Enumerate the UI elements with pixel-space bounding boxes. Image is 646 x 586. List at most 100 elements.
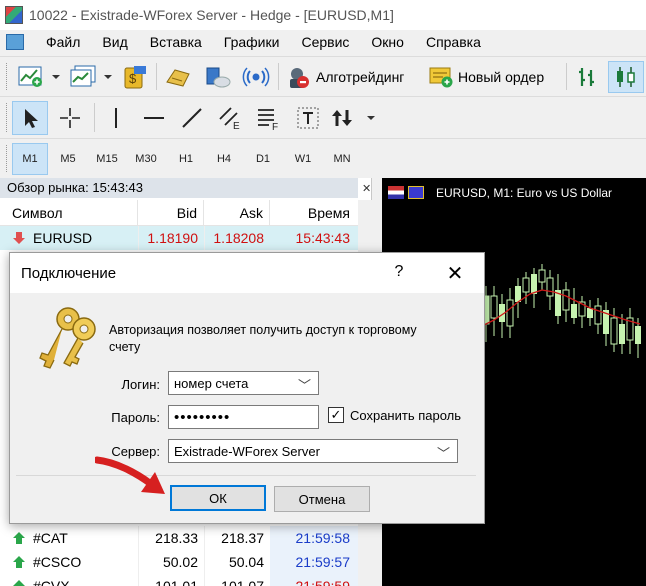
bid-cell: 50.02 — [138, 550, 204, 574]
time-cell: 21:59:57 — [270, 550, 358, 574]
crosshair-button[interactable] — [52, 101, 88, 135]
data-window-button[interactable] — [162, 63, 194, 91]
candle — [635, 326, 641, 344]
broadcast-icon — [242, 67, 270, 87]
text-label-button[interactable] — [290, 101, 326, 135]
menu-help[interactable]: Справка — [414, 34, 491, 50]
save-password-label[interactable]: Сохранить пароль — [350, 408, 461, 423]
ok-button[interactable]: ОК — [170, 485, 266, 511]
close-icon[interactable]: ✕ — [362, 182, 371, 195]
signals-button[interactable] — [240, 63, 272, 91]
password-value: ••••••••• — [174, 408, 231, 426]
close-icon[interactable]: ✕ — [444, 261, 466, 286]
chevron-down-icon[interactable]: ﹀ — [298, 375, 311, 394]
navigator-button[interactable] — [200, 63, 234, 91]
candle — [531, 274, 537, 294]
timeframe-h4[interactable]: H4 — [206, 143, 242, 175]
arrow-up-icon — [13, 532, 25, 544]
timeframe-d1[interactable]: D1 — [245, 143, 281, 175]
menu-insert[interactable]: Вставка — [138, 34, 212, 50]
chart-window-icon[interactable] — [6, 34, 24, 50]
timeframe-m5[interactable]: M5 — [50, 143, 86, 175]
cursor-button[interactable] — [12, 101, 48, 135]
red-pointer-arrow — [95, 456, 165, 494]
vertical-line-button[interactable] — [98, 101, 134, 135]
candlestick-chart-button[interactable] — [608, 61, 644, 93]
equidistant-channel-button[interactable]: E — [212, 101, 248, 135]
dialog-titlebar: Подключение ? ✕ — [10, 253, 484, 293]
arrow-up-icon — [13, 580, 25, 586]
coins-icon: $ — [124, 66, 146, 89]
market-watch-title: Обзор рынка: 15:43:43 — [0, 178, 358, 198]
timeframe-w1[interactable]: W1 — [285, 143, 321, 175]
arrows-icon — [332, 110, 375, 126]
login-label: Логин: — [121, 377, 160, 392]
server-combobox[interactable]: Existrade-WForex Server ﹀ — [168, 439, 458, 463]
toolbar-grip[interactable] — [6, 145, 10, 172]
table-row[interactable]: #CVX 101.01 101.07 21:59:59 — [0, 574, 358, 586]
timeframe-mn[interactable]: MN — [324, 143, 360, 175]
menu-tools[interactable]: Сервис — [289, 34, 359, 50]
help-icon[interactable]: ? — [392, 263, 406, 281]
new-order-icon — [429, 67, 453, 88]
text-icon — [297, 107, 319, 129]
fibonacci-button[interactable]: F — [250, 101, 286, 135]
bid-cell: 1.18190 — [138, 226, 204, 250]
dialog-title: Подключение — [21, 265, 117, 282]
timeframe-h1[interactable]: H1 — [168, 143, 204, 175]
cloud-server-icon — [206, 67, 231, 88]
menu-window[interactable]: Окно — [359, 34, 414, 50]
ask-cell: 1.18208 — [204, 226, 270, 250]
cancel-button[interactable]: Отмена — [274, 486, 370, 512]
table-row[interactable]: #CSCO 50.02 50.04 21:59:57 — [0, 550, 358, 574]
login-combobox[interactable]: номер счета ﹀ — [168, 371, 319, 395]
app-icon — [5, 6, 23, 24]
column-header-symbol[interactable]: Символ — [0, 200, 138, 225]
toolbar-grip[interactable] — [6, 103, 10, 132]
timeframe-m30[interactable]: M30 — [128, 143, 164, 175]
ask-cell: 218.37 — [204, 526, 270, 550]
column-header-time[interactable]: Время — [270, 200, 358, 225]
table-row[interactable]: EURUSD 1.18190 1.18208 15:43:43 — [0, 226, 358, 250]
connection-dialog: Подключение ? ✕ Авторизация позволяет по… — [9, 252, 485, 524]
folder-icon — [166, 69, 190, 87]
candle — [546, 277, 554, 297]
algo-trading-button[interactable]: Алготрейдинг — [286, 63, 420, 91]
trendline-icon — [182, 108, 202, 128]
password-field[interactable]: ••••••••• — [168, 405, 319, 429]
arrows-button[interactable] — [328, 101, 380, 135]
candle — [571, 304, 577, 318]
svg-text:F: F — [272, 122, 278, 131]
menu-file[interactable]: Файл — [34, 34, 90, 50]
horizontal-line-button[interactable] — [136, 101, 172, 135]
candle — [610, 317, 618, 345]
column-header-ask[interactable]: Ask — [204, 200, 270, 225]
ask-cell: 101.07 — [204, 574, 270, 586]
channel-icon: E — [219, 107, 240, 131]
symbol-cell: #CVX — [33, 578, 70, 586]
new-order-button[interactable]: Новый ордер — [428, 63, 558, 91]
menu-view[interactable]: Вид — [90, 34, 137, 50]
timeframes-toolbar: M1 M5 M15 M30 H1 H4 D1 W1 MN — [0, 138, 646, 178]
symbol-cell: EURUSD — [33, 230, 93, 246]
candle — [538, 269, 546, 283]
trendline-button[interactable] — [174, 101, 210, 135]
symbol-cell: #CSCO — [33, 554, 82, 570]
timeframe-m1[interactable]: M1 — [12, 143, 48, 175]
bar-chart-button[interactable] — [572, 63, 602, 91]
fibonacci-icon: F — [258, 109, 278, 131]
timeframe-m15[interactable]: M15 — [89, 143, 125, 175]
menubar: Файл Вид Вставка Графики Сервис Окно Спр… — [0, 30, 646, 54]
save-password-checkbox[interactable]: ✓ — [328, 407, 344, 423]
toolbar-grip[interactable] — [6, 63, 10, 90]
table-row[interactable]: #CAT 218.33 218.37 21:59:58 — [0, 526, 358, 550]
chevron-down-icon[interactable]: ﹀ — [437, 443, 450, 462]
symbol-cell: #CAT — [33, 530, 68, 546]
profiles-button[interactable] — [68, 63, 116, 91]
market-watch-button[interactable]: $ — [120, 63, 150, 91]
login-value: номер счета — [174, 375, 249, 391]
column-header-bid[interactable]: Bid — [138, 200, 204, 225]
candle — [587, 308, 593, 318]
menu-charts[interactable]: Графики — [212, 34, 290, 50]
new-chart-button[interactable] — [16, 63, 64, 91]
